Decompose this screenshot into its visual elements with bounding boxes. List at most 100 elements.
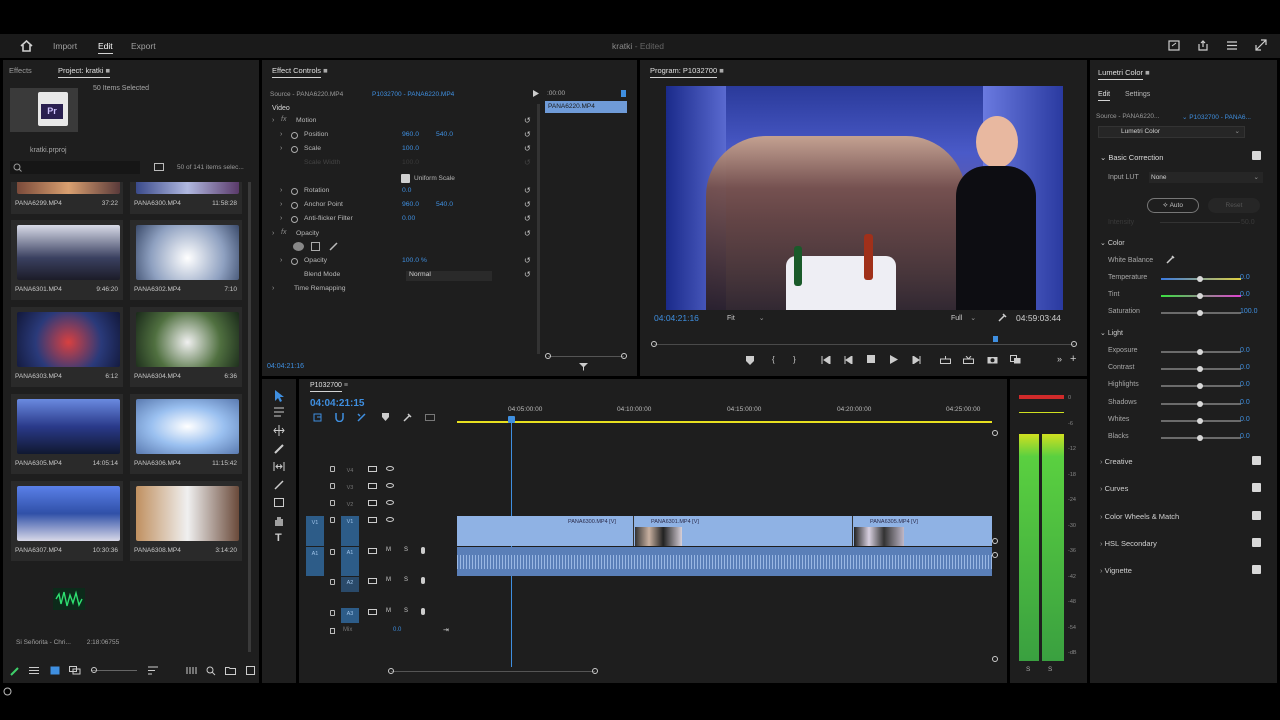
nest-icon[interactable]: [313, 413, 322, 422]
fx-badge-icon[interactable]: fx: [281, 229, 286, 236]
fx-badge-icon[interactable]: fx: [281, 116, 286, 123]
section-enable-checkbox[interactable]: [1252, 483, 1261, 492]
intensity-slider[interactable]: [1160, 222, 1240, 223]
sync-lock-icon[interactable]: [368, 517, 377, 523]
effect-row[interactable]: › Scale 100.0 ↺: [272, 144, 537, 157]
slider-knob[interactable]: [1197, 435, 1203, 441]
eyedropper-icon[interactable]: [1166, 255, 1175, 264]
solo-button[interactable]: S: [404, 608, 408, 614]
solo-button[interactable]: S: [404, 547, 408, 553]
effect-row[interactable]: › Position 960.0 540.0 ↺: [272, 130, 537, 143]
clip-thumb[interactable]: PANA6301.MP4 9:46:20: [11, 220, 123, 300]
effect-row[interactable]: › fx Motion ↺: [272, 116, 537, 129]
lumetri-section-header[interactable]: › Color Wheels & Match: [1100, 512, 1179, 521]
tab-effects[interactable]: Effects: [9, 66, 32, 75]
icon-view-icon[interactable]: [50, 666, 60, 675]
lumetri-slider-value[interactable]: 0.0: [1240, 416, 1250, 423]
slider-knob[interactable]: [1197, 400, 1203, 407]
ellipse-mask-icon[interactable]: [293, 242, 304, 251]
tab-lumetri-settings[interactable]: Settings: [1125, 91, 1150, 98]
fullscreen-icon[interactable]: [1255, 39, 1267, 51]
ripple-edit-icon[interactable]: [273, 425, 287, 439]
lumetri-seq[interactable]: ⌄ P1032700 - PANA6...: [1182, 113, 1251, 121]
slider-knob[interactable]: [1197, 310, 1203, 316]
stop-button[interactable]: [867, 355, 875, 363]
mini-playhead[interactable]: [621, 90, 626, 97]
reset-icon[interactable]: ↺: [524, 130, 531, 139]
effect-row[interactable]: Blend Mode Normal ↺: [272, 270, 537, 283]
lumetri-section-header[interactable]: › HSL Secondary: [1100, 539, 1157, 548]
lumetri-slider[interactable]: [1161, 366, 1241, 373]
program-scrubber[interactable]: [651, 336, 1077, 347]
lumetri-slider-value[interactable]: 100.0: [1240, 308, 1258, 315]
effect-value[interactable]: 100.0: [402, 159, 419, 166]
basic-correction-header[interactable]: ⌄ Basic Correction: [1100, 153, 1163, 162]
lumetri-section-header[interactable]: › Creative: [1100, 457, 1133, 466]
track-target[interactable]: V4: [341, 465, 359, 480]
effect-value[interactable]: 0.00: [402, 215, 415, 222]
track-target[interactable]: V3: [341, 482, 359, 497]
uniform-scale-checkbox[interactable]: [401, 174, 410, 183]
razor-tool-icon[interactable]: [273, 443, 287, 457]
more-controls-icon[interactable]: »: [1057, 354, 1062, 364]
light-subheader[interactable]: ⌄ Light: [1100, 329, 1123, 337]
tab-project[interactable]: Project: kratki ■: [58, 66, 111, 78]
reset-icon[interactable]: ↺: [524, 200, 531, 209]
rectangle-tool-icon[interactable]: [273, 497, 287, 511]
ec-timecode[interactable]: 04:04:21:16: [267, 363, 304, 370]
timeline-scroll-v[interactable]: [992, 552, 998, 558]
camera-icon[interactable]: [987, 355, 998, 364]
add-marker-icon[interactable]: [746, 356, 754, 365]
clip-thumb[interactable]: PANA6302.MP4 7:10: [130, 220, 242, 300]
tab-lumetri[interactable]: Lumetri Color ■: [1098, 68, 1150, 80]
lock-icon[interactable]: [330, 500, 335, 506]
effect-value[interactable]: 540.0: [436, 201, 453, 208]
track-target[interactable]: V1: [341, 516, 359, 546]
bin-icon[interactable]: [154, 163, 164, 171]
fit-select[interactable]: Fit ⌄: [727, 314, 765, 322]
lock-icon[interactable]: [330, 549, 335, 555]
playhead-handle[interactable]: [508, 416, 515, 423]
sync-lock-icon[interactable]: [368, 500, 377, 506]
find-icon[interactable]: [206, 666, 216, 676]
effect-row[interactable]: Scale Width 100.0 ↺: [272, 158, 537, 171]
blend-mode-select[interactable]: Normal: [406, 271, 492, 281]
hand-tool-icon[interactable]: [273, 515, 287, 529]
mark-in-icon[interactable]: {: [772, 355, 775, 364]
add-control-icon[interactable]: +: [1070, 353, 1076, 365]
mic-icon[interactable]: [421, 547, 425, 554]
slider-knob[interactable]: [1197, 276, 1203, 282]
lumetri-slider[interactable]: [1161, 383, 1241, 390]
source-patch[interactable]: V1: [306, 516, 324, 546]
section-enable-checkbox[interactable]: [1252, 511, 1261, 520]
effect-value[interactable]: 100.0: [402, 145, 419, 152]
lock-icon[interactable]: [330, 628, 335, 634]
reset-icon[interactable]: ↺: [524, 186, 531, 195]
pen-tool-icon[interactable]: [273, 479, 287, 493]
play-button[interactable]: [890, 355, 898, 364]
program-timecode[interactable]: 04:04:21:16: [654, 313, 699, 323]
stopwatch-icon[interactable]: [291, 216, 298, 223]
nav-import[interactable]: Import: [53, 41, 77, 51]
effect-row[interactable]: › Anti-flicker Filter 0.00 ↺: [272, 214, 537, 227]
section-enable-checkbox[interactable]: [1252, 565, 1261, 574]
mute-button[interactable]: M: [386, 547, 391, 553]
zoom-slider[interactable]: [91, 667, 137, 673]
reset-icon[interactable]: ↺: [524, 229, 531, 238]
effect-value[interactable]: 540.0: [436, 131, 453, 138]
lock-icon[interactable]: [330, 483, 335, 489]
clip-thumb[interactable]: PANA6305.MP4 14:05:14: [11, 394, 123, 474]
a1-audio-clip[interactable]: [457, 547, 992, 576]
clip-thumb[interactable]: PANA6303.MP4 6:12: [11, 307, 123, 387]
audio-clip-thumb[interactable]: [11, 568, 123, 630]
extract-icon[interactable]: [963, 356, 974, 364]
expand-toggle-icon[interactable]: ›: [280, 215, 282, 222]
lumetri-slider-value[interactable]: 0.0: [1240, 399, 1250, 406]
tab-sequence[interactable]: P1032700 ≡: [310, 382, 348, 392]
auto-button[interactable]: ⟡ Auto: [1147, 198, 1199, 213]
work-area-bar[interactable]: [457, 421, 992, 423]
mute-button[interactable]: M: [386, 608, 391, 614]
lumetri-slider-value[interactable]: 0.0: [1240, 347, 1250, 354]
reset-icon[interactable]: ↺: [524, 270, 531, 279]
section-enable-checkbox[interactable]: [1252, 538, 1261, 547]
